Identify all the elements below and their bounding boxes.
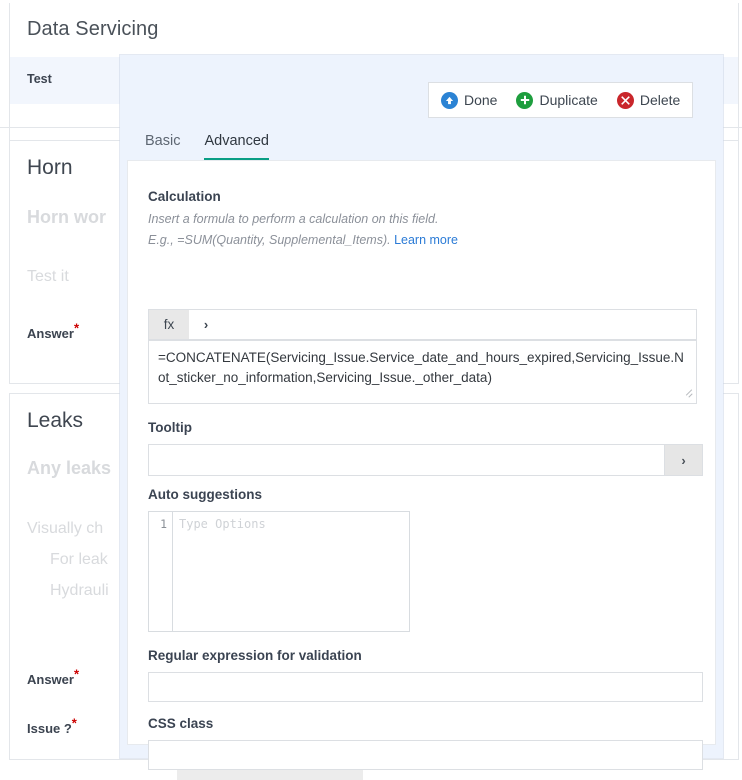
formula-textarea[interactable] [148, 340, 697, 404]
calculation-help-line-1: Insert a formula to perform a calculatio… [148, 212, 439, 226]
tooltip-label: Tooltip [148, 420, 192, 435]
tooltip-expand-button[interactable]: › [665, 444, 703, 476]
label-issue-leaks-text: Issue ? [27, 721, 72, 736]
regex-label: Regular expression for validation [148, 648, 362, 663]
calculation-help-line-2: E.g., =SUM(Quantity, Supplemental_Items)… [148, 233, 458, 247]
tooltip-field-group: › [148, 444, 703, 476]
x-circle-icon [616, 91, 634, 109]
tooltip-input[interactable] [148, 444, 665, 476]
question-leaks-2: Visually ch [27, 520, 104, 537]
app-root: Data Servicing Test Horn Horn wor Test i… [0, 0, 742, 780]
duplicate-button-label: Duplicate [539, 92, 598, 108]
question-leaks-1: Any leaks [27, 458, 112, 478]
chevron-right-icon[interactable]: › [189, 310, 223, 339]
modal-content-panel: Calculation Insert a formula to perform … [127, 160, 716, 770]
question-leaks-3: For leak [50, 551, 108, 568]
section-title-horn: Horn [27, 156, 73, 179]
editor-line-number: 1 [149, 512, 173, 631]
label-answer-horn-text: Answer [27, 326, 74, 341]
label-answer-leaks-text: Answer [27, 672, 74, 687]
delete-button-label: Delete [639, 92, 681, 108]
tab-basic[interactable]: Basic [145, 133, 180, 161]
question-leaks-4: Hydrauli [50, 582, 109, 599]
css-class-label: CSS class [148, 716, 214, 731]
auto-suggestions-editor[interactable]: 1 Type Options [148, 511, 410, 632]
question-horn-2: Test it [27, 268, 69, 285]
duplicate-button[interactable]: Duplicate [516, 91, 598, 109]
label-answer-horn: Answer* [27, 322, 79, 341]
auto-suggestions-label: Auto suggestions [148, 487, 262, 502]
arrow-up-circle-icon [441, 91, 458, 109]
question-horn-1: Horn wor [27, 207, 106, 227]
learn-more-link[interactable]: Learn more [394, 233, 458, 247]
label-answer-leaks: Answer* [27, 668, 79, 687]
page-title: Data Servicing [27, 18, 159, 40]
delete-button[interactable]: Delete [616, 91, 681, 109]
done-button[interactable]: Done [441, 91, 498, 109]
done-button-label: Done [464, 92, 498, 108]
tab-advanced[interactable]: Advanced [204, 133, 269, 161]
required-asterisk: * [73, 320, 80, 336]
field-settings-modal: Done Duplicate Delete Basic Advanced Cal… [120, 55, 723, 770]
fx-button[interactable]: fx [149, 310, 189, 339]
required-asterisk: * [71, 715, 77, 731]
formula-toolbar: fx › [148, 309, 697, 340]
calculation-label: Calculation [148, 189, 221, 204]
modal-tab-bar: Basic Advanced [145, 133, 269, 161]
required-asterisk: * [73, 666, 80, 682]
plus-circle-icon [516, 91, 534, 109]
regex-input[interactable] [148, 672, 703, 702]
auto-suggestions-placeholder[interactable]: Type Options [173, 512, 409, 631]
calculation-help-example: E.g., =SUM(Quantity, Supplemental_Items)… [148, 233, 391, 247]
label-issue-leaks: Issue ?* [27, 717, 77, 736]
css-class-input[interactable] [148, 740, 703, 770]
section-title-leaks: Leaks [27, 409, 84, 432]
modal-action-toolbar: Done Duplicate Delete [428, 82, 694, 118]
test-field-label: Test [27, 72, 52, 86]
